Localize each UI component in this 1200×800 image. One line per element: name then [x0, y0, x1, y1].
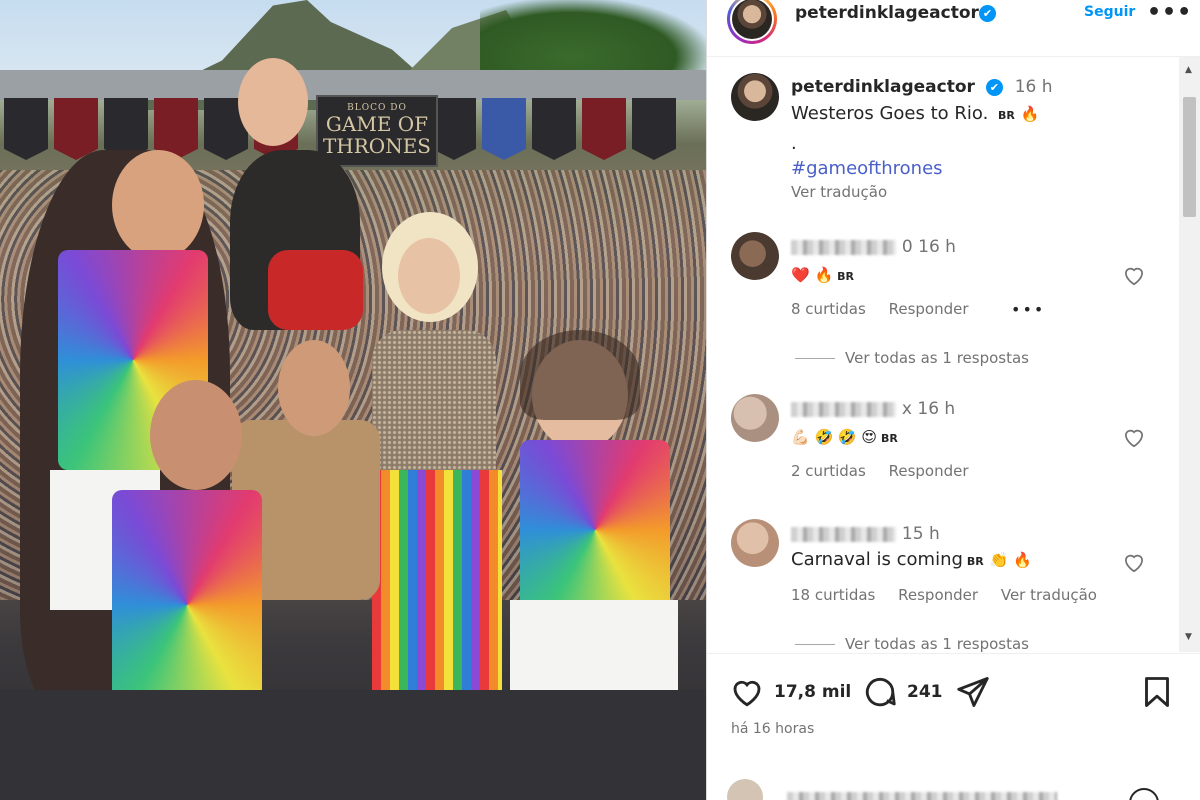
- comment-likes[interactable]: 2 curtidas: [791, 462, 866, 480]
- heart-icon[interactable]: [1121, 549, 1147, 575]
- caption-dot: .: [791, 133, 797, 154]
- reply-button[interactable]: Responder: [889, 462, 969, 480]
- scroll-down-icon[interactable]: ▼: [1185, 632, 1192, 642]
- scroll-up-icon[interactable]: ▲: [1185, 65, 1192, 75]
- caption-avatar[interactable]: [731, 73, 779, 121]
- blurred-username[interactable]: [791, 239, 896, 255]
- comment-time[interactable]: x 16 h: [902, 399, 955, 419]
- verified-icon: ✔: [979, 5, 996, 22]
- blurred-bottom-text: [787, 792, 1057, 800]
- comment-time[interactable]: 0 16 h: [902, 237, 956, 257]
- caption-translate[interactable]: Ver tradução: [791, 183, 905, 201]
- comment-text: Carnaval is coming BR 👏 🔥: [791, 549, 1032, 570]
- post-photo[interactable]: BLOCO DO GAME OF THRONES: [0, 0, 706, 800]
- view-replies-button[interactable]: Ver todas as 1 respostas: [795, 635, 1029, 652]
- photo-stage: [0, 690, 706, 800]
- more-icon[interactable]: •••: [1147, 0, 1192, 25]
- reply-button[interactable]: Responder: [898, 586, 978, 604]
- caption-username[interactable]: peterdinklageactor: [791, 77, 975, 97]
- post-actions: 17,8 mil 241 há 16 horas: [707, 653, 1200, 800]
- heart-icon[interactable]: [1121, 262, 1147, 288]
- comment-icon[interactable]: [862, 674, 898, 710]
- post-side-panel: peterdinklageactor ✔ Seguir ••• peterdin…: [706, 0, 1200, 800]
- caption-time[interactable]: 16 h: [1015, 77, 1053, 97]
- blurred-username[interactable]: [791, 526, 896, 542]
- heart-icon[interactable]: [729, 674, 765, 710]
- view-replies-button[interactable]: Ver todas as 1 respostas: [795, 349, 1029, 367]
- like-count[interactable]: 17,8 mil: [774, 682, 851, 702]
- comment-text: 💪🏻 🤣 🤣 😍 BR: [791, 428, 898, 446]
- comment-avatar[interactable]: [731, 519, 779, 567]
- author-username[interactable]: peterdinklageactor: [795, 3, 979, 23]
- emoji-picker-icon[interactable]: [1129, 788, 1159, 800]
- scrollbar-thumb[interactable]: [1183, 97, 1196, 217]
- person-top-head: [238, 58, 308, 146]
- comment-likes[interactable]: 8 curtidas: [791, 300, 866, 318]
- game-of-thrones-sign: BLOCO DO GAME OF THRONES: [316, 95, 438, 167]
- viewer-avatar: [727, 779, 763, 800]
- comment-count: 241: [907, 682, 943, 702]
- blurred-username[interactable]: [791, 401, 896, 417]
- comment-likes[interactable]: 18 curtidas: [791, 586, 875, 604]
- comment-avatar[interactable]: [731, 394, 779, 442]
- heart-icon[interactable]: [1121, 424, 1147, 450]
- comments-list[interactable]: peterdinklageactor ✔ 16 h Westeros Goes …: [707, 57, 1179, 652]
- follow-button[interactable]: Seguir: [1084, 4, 1135, 20]
- translate-button[interactable]: Ver tradução: [1001, 586, 1097, 604]
- comment-more-icon[interactable]: •••: [1011, 300, 1045, 319]
- sequin-outfit: [372, 330, 496, 480]
- comment-time[interactable]: 15 h: [902, 524, 940, 544]
- verified-icon: ✔: [985, 78, 1003, 96]
- post-header: peterdinklageactor ✔ Seguir •••: [707, 0, 1200, 57]
- comments-scrollbar[interactable]: ▲ ▼: [1179, 57, 1200, 652]
- reply-button[interactable]: Responder: [889, 300, 969, 318]
- bookmark-icon[interactable]: [1139, 674, 1175, 710]
- caption-text: Westeros Goes to Rio. BR 🔥: [791, 103, 1040, 124]
- author-avatar[interactable]: [727, 0, 777, 44]
- share-icon[interactable]: [955, 674, 991, 710]
- post-timestamp[interactable]: há 16 horas: [731, 721, 814, 737]
- comment-text: ❤️ 🔥 BR: [791, 266, 854, 284]
- hashtag-link[interactable]: #gameofthrones: [791, 158, 943, 179]
- comment-avatar[interactable]: [731, 232, 779, 280]
- rainbow-skirt: [372, 470, 502, 700]
